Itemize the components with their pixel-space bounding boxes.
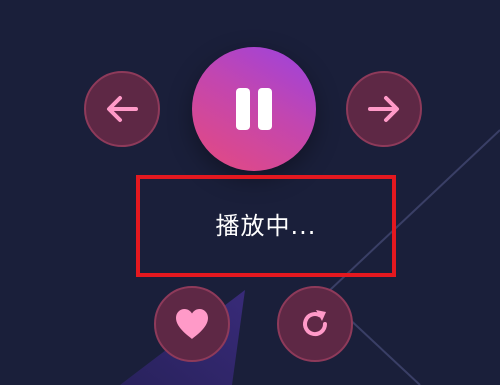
arrow-right-icon bbox=[368, 96, 399, 122]
heart-icon bbox=[176, 309, 208, 339]
background-line-lower bbox=[344, 314, 421, 385]
arrow-left-icon bbox=[107, 96, 138, 122]
play-pause-button[interactable] bbox=[192, 47, 316, 171]
music-player-stage: 播放中... bbox=[0, 0, 500, 385]
refresh-icon bbox=[303, 310, 328, 337]
repeat-button[interactable] bbox=[277, 286, 353, 362]
status-highlight-box: 播放中... bbox=[136, 175, 396, 277]
like-button[interactable] bbox=[154, 286, 230, 362]
playback-status-text: 播放中... bbox=[215, 211, 317, 240]
pause-icon bbox=[232, 88, 276, 130]
next-button[interactable] bbox=[346, 71, 422, 147]
previous-button[interactable] bbox=[84, 71, 160, 147]
